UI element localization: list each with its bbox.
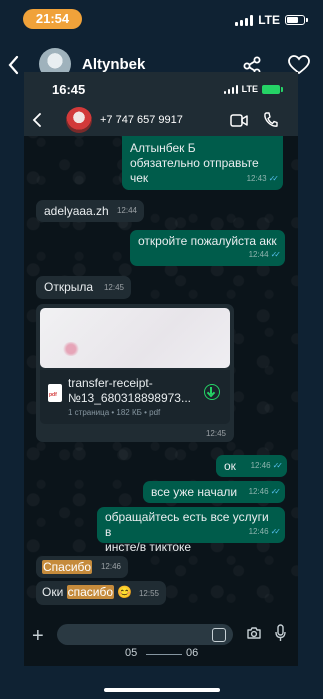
message-text: Спасибо (42, 560, 93, 574)
message-bubble[interactable]: Открыла 12:45 (36, 276, 131, 299)
pdf-file-icon: pdf (48, 384, 62, 402)
inner-signal-icon (223, 84, 238, 94)
sticker-icon[interactable] (212, 628, 226, 642)
inner-status-time: 16:45 (52, 82, 86, 97)
read-ticks-icon: ✓✓ (270, 527, 282, 536)
attachment-file-row[interactable]: pdf transfer-receipt- №13_680318898973..… (40, 370, 230, 424)
inner-network-label: LTE (241, 84, 258, 94)
pdf-attachment-message[interactable]: pdf transfer-receipt- №13_680318898973..… (36, 304, 234, 442)
message-text: Алтынбек Б (130, 141, 196, 155)
chat-contact[interactable]: +7 747 657 9917 (100, 114, 183, 126)
read-ticks-icon: ✓✓ (272, 461, 284, 470)
contact-name[interactable]: Altynbek (82, 56, 145, 73)
read-ticks-icon: ✓✓ (268, 174, 280, 183)
inner-battery-icon (262, 84, 283, 94)
message-text: инсте/в тиктоке (105, 540, 192, 554)
chat-screenshot: 16:45 LTE +7 747 657 9917 Алтынбек Б обя… (24, 72, 298, 666)
attachment-file-info: 1 страница • 182 КБ • pdf (68, 408, 161, 417)
read-ticks-icon: ✓✓ (270, 487, 282, 496)
message-text: Открыла (44, 280, 94, 294)
message-bubble[interactable]: все уже начали 12:46 ✓✓ (143, 481, 285, 503)
message-bubble[interactable]: Алтынбек Б обязательно отправьте чек 12:… (122, 136, 283, 190)
attachment-preview[interactable] (40, 308, 230, 368)
video-call-icon[interactable] (230, 114, 248, 127)
outer-status-bar: 21:54 LTE (0, 0, 323, 40)
message-text: все уже начали (151, 485, 238, 499)
status-indicators: LTE (235, 13, 308, 27)
message-bubble[interactable]: Спасибо 12:46 (36, 556, 128, 578)
message-meta: 12:45 (103, 283, 124, 292)
plus-icon[interactable]: + (32, 625, 44, 648)
signal-icon (235, 14, 254, 26)
network-label: LTE (258, 13, 280, 27)
chat-avatar[interactable] (66, 107, 92, 133)
scrubber-track[interactable] (146, 654, 182, 655)
message-meta: 12:45 (205, 429, 226, 438)
message-text: Оки (42, 585, 67, 599)
message-meta: 12:46 ✓✓ (249, 484, 282, 499)
message-meta: 12:46 ✓✓ (249, 524, 282, 539)
message-bubble[interactable]: обращайтесь есть все услуги в инсте/в ти… (97, 507, 285, 554)
scrubber-start-time: 05 (125, 647, 138, 659)
message-input[interactable] (57, 624, 233, 645)
microphone-icon[interactable] (275, 624, 286, 642)
message-bubble[interactable]: ок 12:46 ✓✓ (216, 455, 287, 477)
scrubber-end-time: 06 (186, 647, 199, 659)
chat-back-icon[interactable] (32, 113, 42, 127)
message-meta: 12:55 (138, 589, 159, 598)
message-meta: 12:44 (116, 206, 137, 215)
message-text: откройте пожалуйста акк (138, 234, 277, 248)
message-list[interactable]: Алтынбек Б обязательно отправьте чек 12:… (24, 136, 298, 614)
message-meta: 12:46 (100, 562, 121, 571)
camera-icon[interactable] (246, 626, 262, 640)
message-meta: 12:43 ✓✓ (247, 171, 280, 186)
message-text: adelyaaa.zh (44, 204, 109, 218)
message-bubble[interactable]: adelyaaa.zh 12:44 (36, 200, 144, 222)
status-time: 21:54 (23, 9, 82, 29)
message-meta: 12:44 ✓✓ (249, 247, 282, 262)
message-meta: 12:46 ✓✓ (251, 458, 284, 473)
message-text-highlight: спасибо (66, 585, 115, 599)
battery-icon (285, 15, 308, 25)
media-scrubber: 05 06 (24, 647, 298, 661)
home-indicator[interactable] (104, 688, 220, 692)
attachment-file-name: transfer-receipt- №13_680318898973... (68, 376, 191, 405)
inner-status-bar: 16:45 LTE (24, 72, 298, 108)
read-ticks-icon: ✓✓ (270, 250, 282, 259)
message-bubble[interactable]: Оки спасибо 😊 12:55 (36, 581, 166, 605)
message-bubble[interactable]: откройте пожалуйста акк 12:44 ✓✓ (130, 230, 285, 266)
back-icon[interactable] (6, 54, 22, 76)
phone-call-icon[interactable] (263, 112, 278, 128)
inner-status-indicators: LTE (223, 84, 283, 94)
message-text: ок (224, 459, 236, 473)
download-icon[interactable] (204, 384, 220, 400)
message-composer: + 05 06 (24, 613, 298, 666)
smile-emoji-icon: 😊 (117, 585, 133, 599)
chat-header: +7 747 657 9917 (24, 104, 298, 136)
